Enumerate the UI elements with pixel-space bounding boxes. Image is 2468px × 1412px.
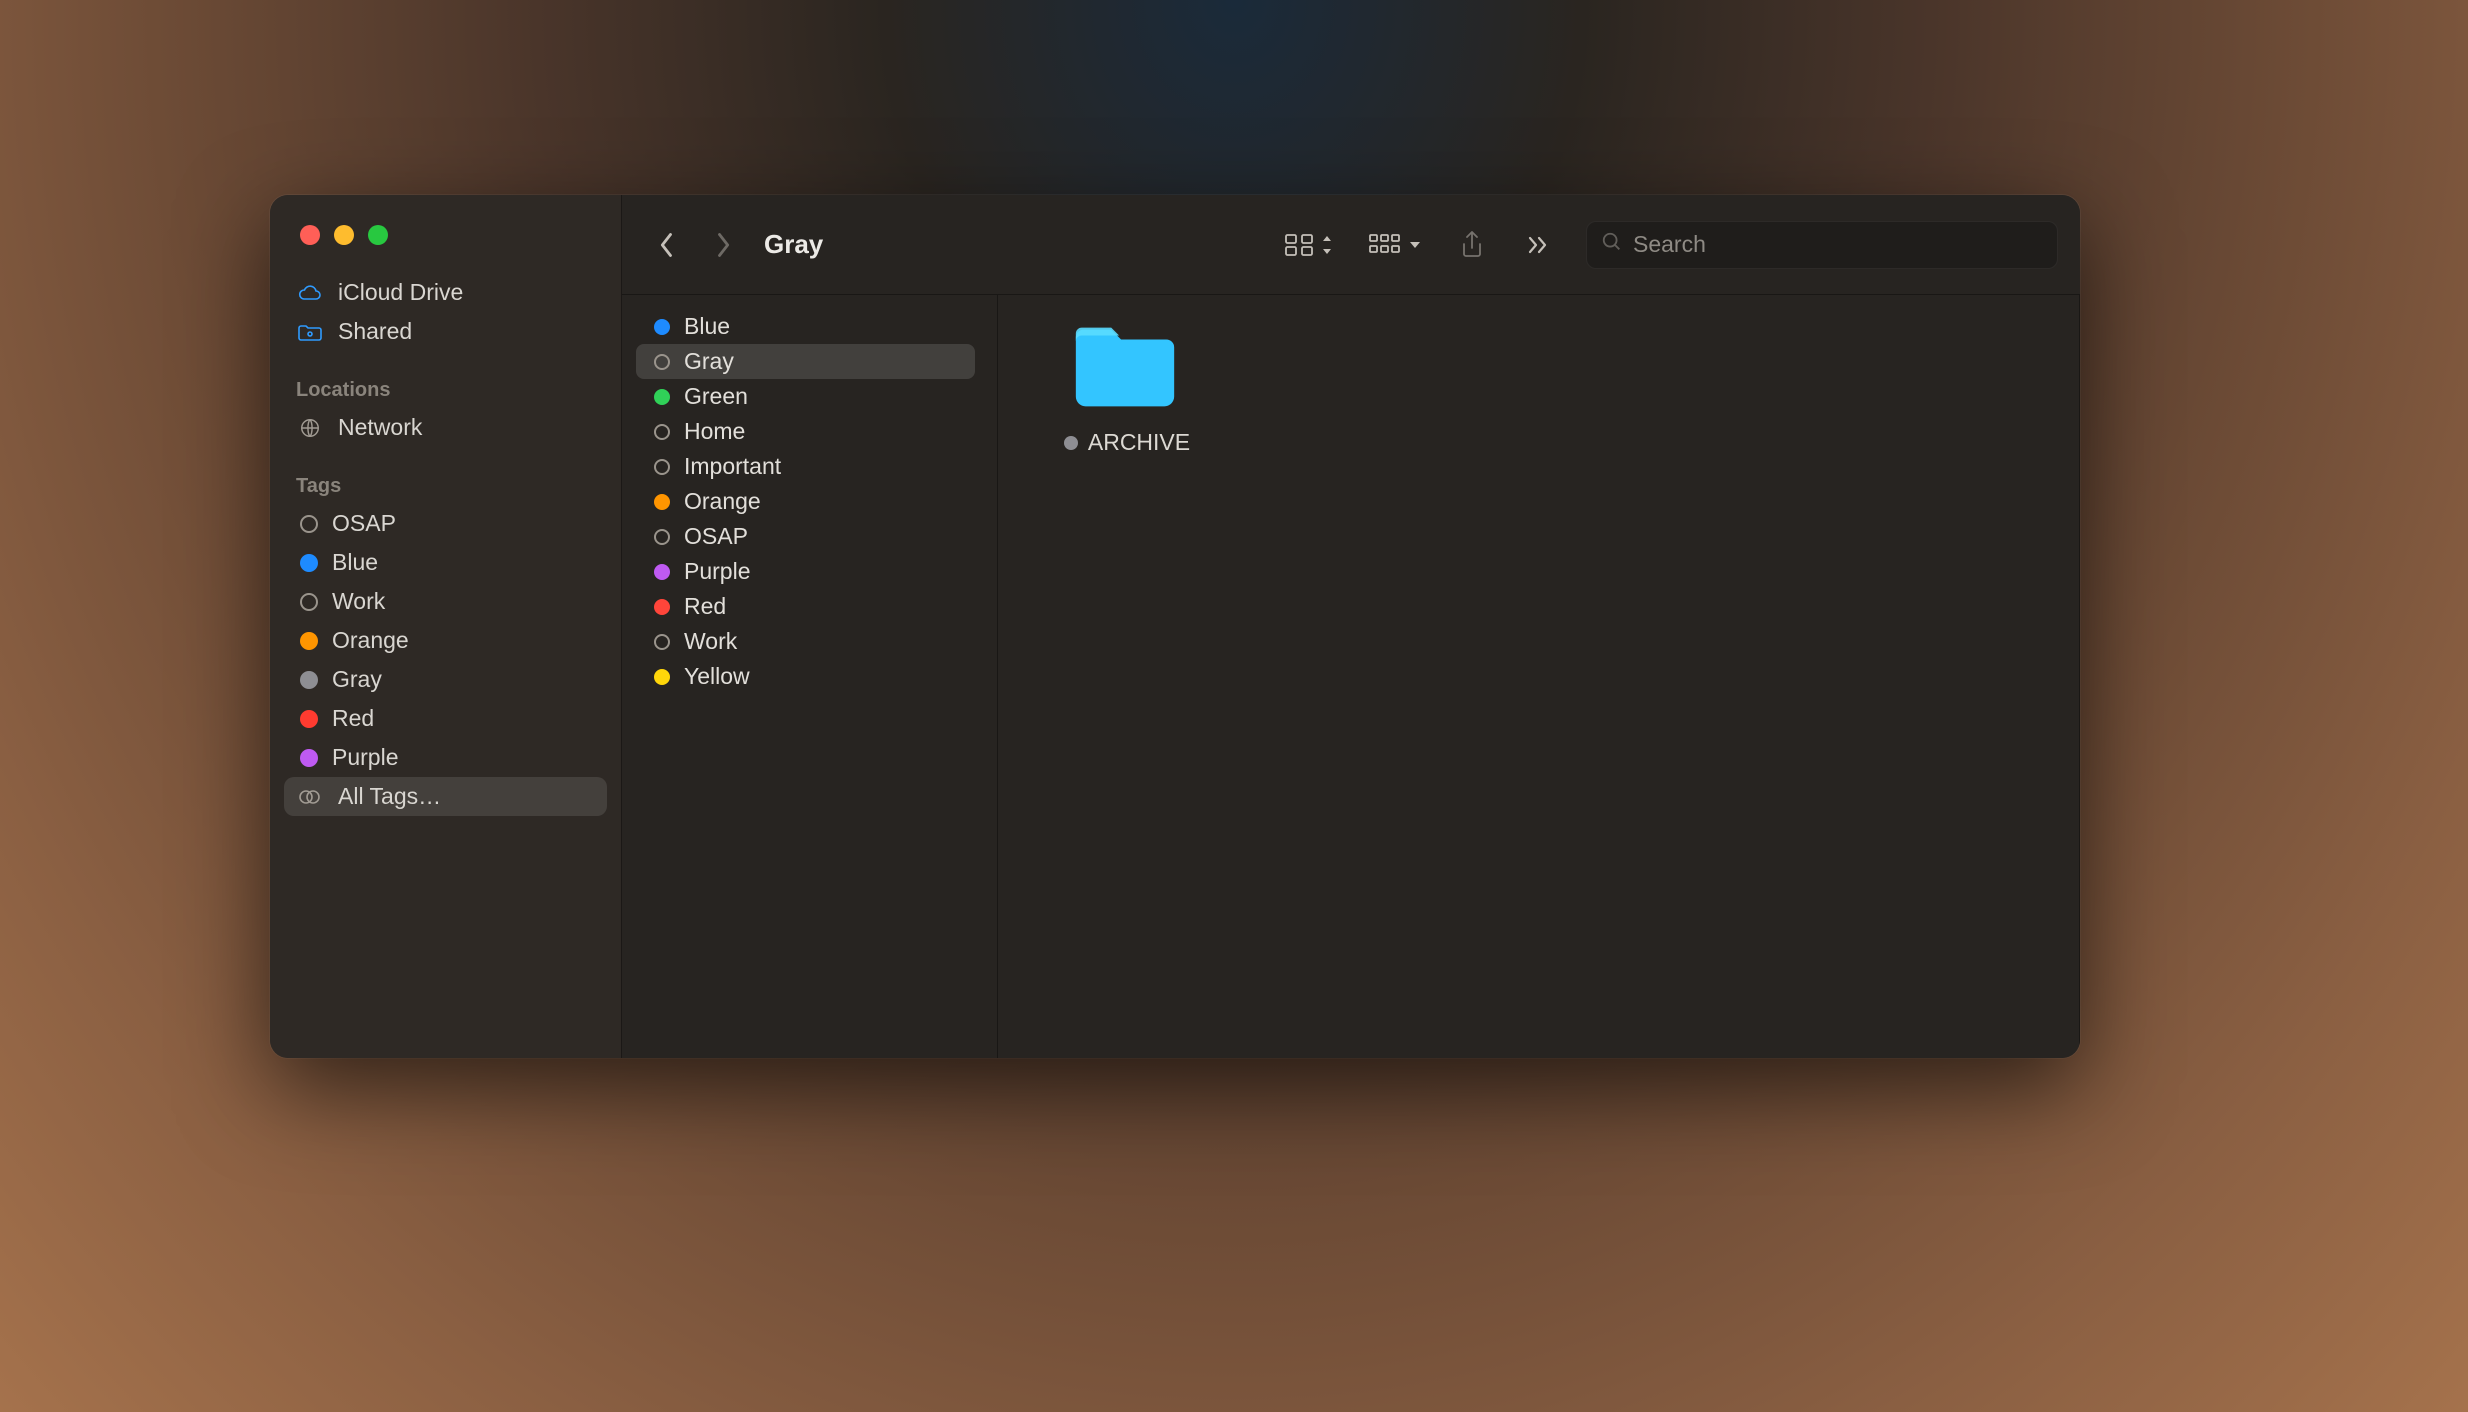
view-mode-control[interactable] <box>1284 233 1334 257</box>
shared-folder-icon <box>296 320 324 344</box>
tag-dot-icon <box>654 354 670 370</box>
sidebar-item-label: All Tags… <box>338 783 441 810</box>
tag-dot-icon <box>654 599 670 615</box>
sidebar-tag-label: Orange <box>332 627 409 654</box>
sidebar-item-all-tags[interactable]: All Tags… <box>284 777 607 816</box>
tag-dot-icon <box>654 494 670 510</box>
file-label-row: ARCHIVE <box>1060 429 1190 456</box>
tag-list-row[interactable]: Red <box>636 589 975 624</box>
chevron-up-down-icon <box>1320 234 1334 256</box>
sidebar-tag-label: Work <box>332 588 385 615</box>
tag-list-row[interactable]: Work <box>636 624 975 659</box>
tag-list-label: Purple <box>684 558 750 585</box>
tag-dot-icon <box>654 424 670 440</box>
minimize-window-button[interactable] <box>334 225 354 245</box>
sidebar-tags-header: Tags <box>284 467 607 504</box>
tag-list-label: OSAP <box>684 523 748 550</box>
tag-list-label: Work <box>684 628 737 655</box>
tag-list-row[interactable]: Gray <box>636 344 975 379</box>
sidebar-tag-label: Purple <box>332 744 398 771</box>
sidebar-tag-item[interactable]: Purple <box>284 738 607 777</box>
sidebar-tag-item[interactable]: Orange <box>284 621 607 660</box>
sidebar-tag-label: Red <box>332 705 374 732</box>
sidebar-item-icloud-drive[interactable]: iCloud Drive <box>284 273 607 312</box>
sidebar-tag-item[interactable]: Gray <box>284 660 607 699</box>
tag-list-row[interactable]: Important <box>636 449 975 484</box>
sidebar-item-shared[interactable]: Shared <box>284 312 607 351</box>
sidebar-tag-label: Blue <box>332 549 378 576</box>
share-button[interactable] <box>1444 223 1500 267</box>
sidebar-locations-section: Locations Network <box>270 367 621 463</box>
group-by-control[interactable] <box>1368 233 1422 257</box>
tag-list-row[interactable]: Green <box>636 379 975 414</box>
chevron-down-icon <box>1408 238 1422 252</box>
back-button[interactable] <box>644 223 690 267</box>
sidebar-item-label: iCloud Drive <box>338 279 463 306</box>
sidebar-tag-item[interactable]: Red <box>284 699 607 738</box>
file-name: ARCHIVE <box>1088 429 1190 456</box>
sidebar-tag-item[interactable]: OSAP <box>284 504 607 543</box>
sidebar-tag-item[interactable]: Blue <box>284 543 607 582</box>
sidebar-item-label: Shared <box>338 318 412 345</box>
tag-dot-icon <box>654 459 670 475</box>
tag-dot-icon <box>300 671 318 689</box>
sidebar-locations-header: Locations <box>284 371 607 408</box>
toolbar: Gray Search <box>622 195 2080 295</box>
tag-list-label: Blue <box>684 313 730 340</box>
file-item[interactable]: ARCHIVE <box>1030 319 1220 456</box>
tag-dot-icon <box>1064 436 1078 450</box>
tag-list-row[interactable]: OSAP <box>636 519 975 554</box>
sidebar-tags-section: Tags OSAP Blue Work Orange Gray Red Purple All… <box>270 463 621 832</box>
tag-dot-icon <box>654 529 670 545</box>
tag-list-row[interactable]: Home <box>636 414 975 449</box>
tag-dot-icon <box>300 632 318 650</box>
tag-list-row[interactable]: Yellow <box>636 659 975 694</box>
tag-dot-icon <box>300 710 318 728</box>
window-controls <box>270 211 621 269</box>
tag-dot-icon <box>300 515 318 533</box>
tag-list-column: Blue Gray Green Home Important Orange OSAP Purp… <box>622 295 998 1058</box>
close-window-button[interactable] <box>300 225 320 245</box>
cloud-icon <box>296 281 324 305</box>
sidebar-item-label: Network <box>338 414 422 441</box>
tag-list-row[interactable]: Orange <box>636 484 975 519</box>
tag-dot-icon <box>654 319 670 335</box>
tag-list-label: Yellow <box>684 663 750 690</box>
sidebar-favorites-section: iCloud Drive Shared <box>270 269 621 367</box>
tag-list-row[interactable]: Blue <box>636 309 975 344</box>
finder-window: iCloud Drive Shared Locations Network Ta… <box>270 195 2080 1058</box>
sidebar-tag-label: Gray <box>332 666 382 693</box>
tag-list-label: Red <box>684 593 726 620</box>
forward-button[interactable] <box>700 223 746 267</box>
tag-dot-icon <box>654 564 670 580</box>
tag-list-label: Orange <box>684 488 761 515</box>
sidebar-item-network[interactable]: Network <box>284 408 607 447</box>
tag-dot-icon <box>654 669 670 685</box>
tag-dot-icon <box>654 634 670 650</box>
zoom-window-button[interactable] <box>368 225 388 245</box>
tag-dot-icon <box>300 554 318 572</box>
tag-dot-icon <box>300 749 318 767</box>
content-columns: Blue Gray Green Home Important Orange OSAP Purp… <box>622 295 2080 1058</box>
window-title: Gray <box>764 229 823 260</box>
sidebar: iCloud Drive Shared Locations Network Ta… <box>270 195 622 1058</box>
tag-list-row[interactable]: Purple <box>636 554 975 589</box>
all-tags-icon <box>296 785 324 809</box>
search-field[interactable]: Search <box>1586 221 2058 269</box>
tag-dot-icon <box>654 389 670 405</box>
tag-list-label: Gray <box>684 348 734 375</box>
tag-dot-icon <box>300 593 318 611</box>
folder-icon <box>1066 319 1184 415</box>
toolbar-overflow-button[interactable] <box>1510 223 1566 267</box>
tag-list-label: Home <box>684 418 745 445</box>
items-column: ARCHIVE <box>998 295 2080 1058</box>
tag-list-label: Green <box>684 383 748 410</box>
sidebar-tag-label: OSAP <box>332 510 396 537</box>
globe-icon <box>296 416 324 440</box>
search-placeholder: Search <box>1633 231 1706 258</box>
tag-list-label: Important <box>684 453 781 480</box>
search-icon <box>1601 231 1623 259</box>
sidebar-tag-item[interactable]: Work <box>284 582 607 621</box>
main-area: Gray Search <box>622 195 2080 1058</box>
